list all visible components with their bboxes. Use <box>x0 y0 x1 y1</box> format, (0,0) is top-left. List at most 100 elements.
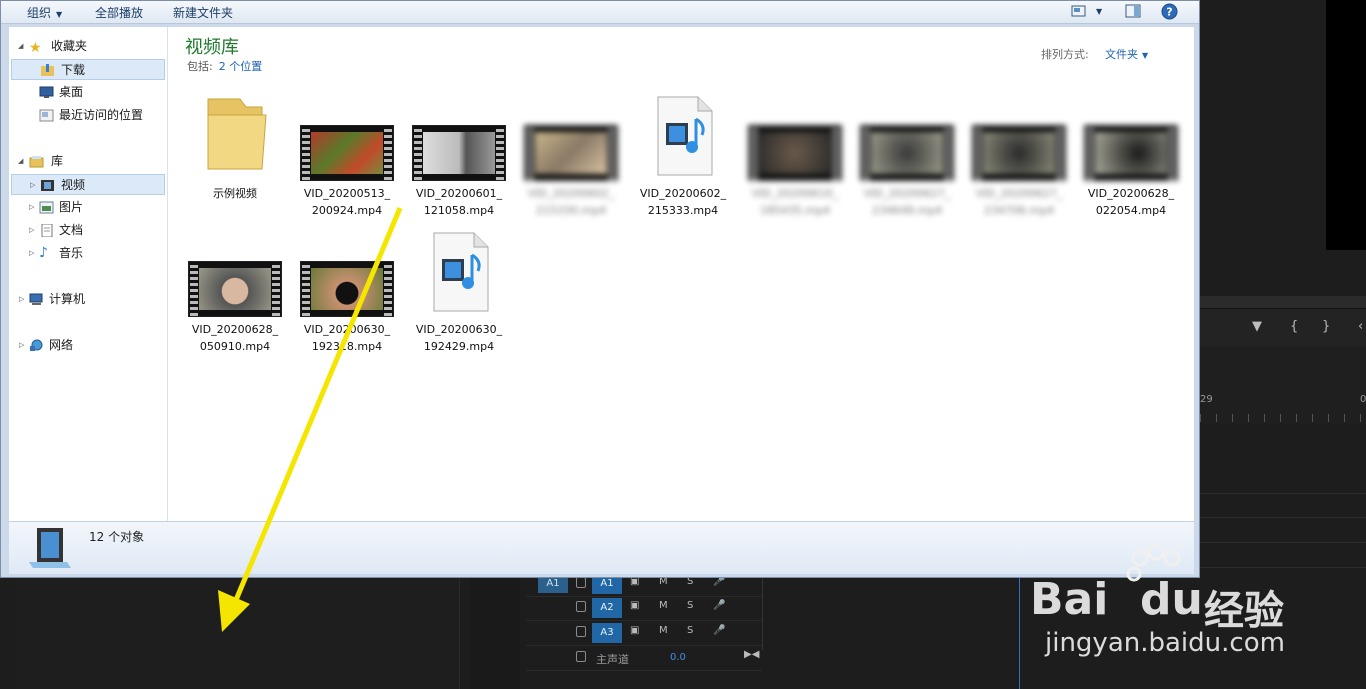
nav-favorites-label: 收藏夹 <box>51 39 88 53</box>
mark-out-icon[interactable]: } <box>1322 319 1330 334</box>
file-name-line1: VID_20200630_ <box>303 323 391 336</box>
solo-button[interactable]: S <box>687 625 693 636</box>
lock-icon[interactable] <box>576 601 586 612</box>
microphone-icon[interactable]: 🎤 <box>713 625 725 636</box>
play-all-button[interactable]: 全部播放 <box>95 4 143 21</box>
nav-music[interactable]: ▷ ♪ 音乐 <box>9 243 167 264</box>
go-to-end-icon[interactable]: ▶◀ <box>744 649 759 660</box>
view-options-icon[interactable] <box>1071 4 1087 18</box>
file-name-line2: 192318.mp4 <box>311 340 383 353</box>
file-name: VID_20200610_ 185435.mp4 <box>740 185 850 219</box>
file-name-line2: 185435.mp4 <box>759 204 831 217</box>
collapsed-triangle-icon[interactable]: ▷ <box>29 197 34 218</box>
item-count: 12 个对象 <box>89 530 145 544</box>
mute-button[interactable]: M <box>659 625 668 636</box>
video-file-item[interactable]: VID_20200628_ 050910.mp4 <box>180 223 290 353</box>
video-thumbnail <box>300 125 394 181</box>
locations-link[interactable]: 2 个位置 <box>219 60 263 73</box>
sync-lock-icon[interactable]: ▣ <box>630 625 639 636</box>
nav-favorites[interactable]: ◢ ★ 收藏夹 <box>9 36 167 57</box>
sort-dropdown[interactable]: 文件夹 ▼ <box>1105 46 1148 62</box>
mute-button[interactable]: M <box>659 600 668 611</box>
nav-libraries-label: 库 <box>51 154 64 168</box>
collapsed-triangle-icon[interactable]: ▷ <box>29 220 34 241</box>
video-file-item[interactable]: VID_20200610_ 185435.mp4 <box>740 87 850 217</box>
expanded-triangle-icon[interactable]: ◢ <box>18 36 23 57</box>
nav-computer[interactable]: ▷ 计算机 <box>9 289 167 310</box>
master-volume-value[interactable]: 0.0 <box>670 652 686 663</box>
nav-videos[interactable]: ▷ 视频 <box>11 174 165 195</box>
view-dropdown-icon[interactable]: ▼ <box>1096 7 1102 16</box>
video-file-item[interactable]: VID_20200601_ 121058.mp4 <box>404 87 514 217</box>
lock-icon[interactable] <box>576 651 586 662</box>
media-file-icon <box>657 96 713 176</box>
preview-pane-icon[interactable] <box>1125 4 1141 18</box>
nav-recent-label: 最近访问的位置 <box>59 108 144 122</box>
video-file-item[interactable]: VID_20200602_ 215330.mp4 <box>516 87 626 217</box>
sync-lock-icon[interactable]: ▣ <box>630 600 639 611</box>
library-icon <box>29 156 44 168</box>
collapsed-triangle-icon[interactable]: ▷ <box>19 289 24 310</box>
nav-documents[interactable]: ▷ 文档 <box>9 220 167 241</box>
video-thumbnail <box>860 125 954 181</box>
track-row-a3: A3 ▣ M S 🎤 <box>526 621 762 646</box>
computer-icon <box>29 293 43 305</box>
file-name-line1: VID_20200630_ <box>415 323 503 336</box>
track-target-a2[interactable]: A2 <box>592 598 622 618</box>
file-name-line1: VID_20200602_ <box>527 187 615 200</box>
file-name-line1: VID_20200627_ <box>863 187 951 200</box>
nav-recent-places[interactable]: 最近访问的位置 <box>9 105 167 126</box>
nav-desktop[interactable]: 桌面 <box>9 82 167 103</box>
nav-libraries[interactable]: ◢ 库 <box>9 151 167 172</box>
video-file-item[interactable]: VID_20200630_ 192318.mp4 <box>292 223 402 353</box>
file-name-line1: VID_20200628_ <box>191 323 279 336</box>
file-name: VID_20200627_ 234706.mp4 <box>964 185 1074 219</box>
expanded-triangle-icon[interactable]: ◢ <box>18 151 23 172</box>
solo-button[interactable]: S <box>687 600 693 611</box>
video-file-item[interactable]: VID_20200627_ 234706.mp4 <box>964 87 1074 217</box>
sort-value: 文件夹 <box>1105 48 1138 61</box>
video-file-item[interactable]: VID_20200628_ 022054.mp4 <box>1076 87 1186 217</box>
nav-pictures[interactable]: ▷ 图片 <box>9 197 167 218</box>
watermark-brand-2: du <box>1140 574 1203 625</box>
track-row-master: 主声道 0.0 ▶◀ <box>526 646 762 671</box>
nav-network[interactable]: ▷ 网络 <box>9 335 167 356</box>
caret-down-icon: ▼ <box>56 10 63 19</box>
master-track-label: 主声道 <box>596 653 629 666</box>
mark-in-icon[interactable]: { <box>1290 319 1298 334</box>
video-file-item[interactable]: VID_20200630_ 192429.mp4 <box>404 223 514 353</box>
file-name-line1: 示例视频 <box>213 187 257 200</box>
video-file-item[interactable]: VID_20200513_ 200924.mp4 <box>292 87 402 217</box>
collapsed-triangle-icon[interactable]: ▷ <box>19 335 24 356</box>
network-icon <box>30 339 43 351</box>
library-title: 视频库 <box>185 37 239 58</box>
organize-menu[interactable]: 组织 ▼ <box>27 4 62 21</box>
video-thumbnail <box>524 125 618 181</box>
collapsed-triangle-icon[interactable]: ▷ <box>29 243 34 264</box>
timeline-ruler[interactable]: 29 0 <box>1200 346 1366 424</box>
folder-item[interactable]: 示例视频 <box>180 87 290 217</box>
step-back-icon[interactable]: ‹ <box>1358 319 1363 334</box>
file-name: VID_20200628_ 022054.mp4 <box>1076 185 1186 219</box>
video-file-item[interactable]: VID_20200627_ 234648.mp4 <box>852 87 962 217</box>
marker-icon[interactable]: ▼ <box>1252 319 1262 334</box>
nav-pictures-label: 图片 <box>59 200 84 214</box>
help-icon[interactable]: ? <box>1161 3 1178 20</box>
playhead[interactable] <box>1019 578 1020 689</box>
lock-icon[interactable] <box>576 626 586 637</box>
video-file-item[interactable]: VID_20200602_ 215333.mp4 <box>628 87 738 217</box>
library-subtitle: 包括: 2 个位置 <box>187 58 262 74</box>
video-thumbnail <box>300 261 394 317</box>
monitor-controls: ▼ { } ‹ <box>1200 308 1366 348</box>
file-name-line2: 234648.mp4 <box>871 204 943 217</box>
microphone-icon[interactable]: 🎤 <box>713 600 725 611</box>
collapsed-triangle-icon[interactable]: ▷ <box>30 175 35 196</box>
video-library-icon <box>41 180 54 191</box>
nav-downloads[interactable]: 下载 <box>11 59 165 80</box>
file-name: VID_20200628_ 050910.mp4 <box>180 321 290 355</box>
monitor-scrollbar[interactable] <box>1200 296 1366 308</box>
lock-icon[interactable] <box>576 577 586 588</box>
star-icon: ★ <box>29 40 42 56</box>
new-folder-button[interactable]: 新建文件夹 <box>173 4 233 21</box>
track-target-a3[interactable]: A3 <box>592 623 622 643</box>
